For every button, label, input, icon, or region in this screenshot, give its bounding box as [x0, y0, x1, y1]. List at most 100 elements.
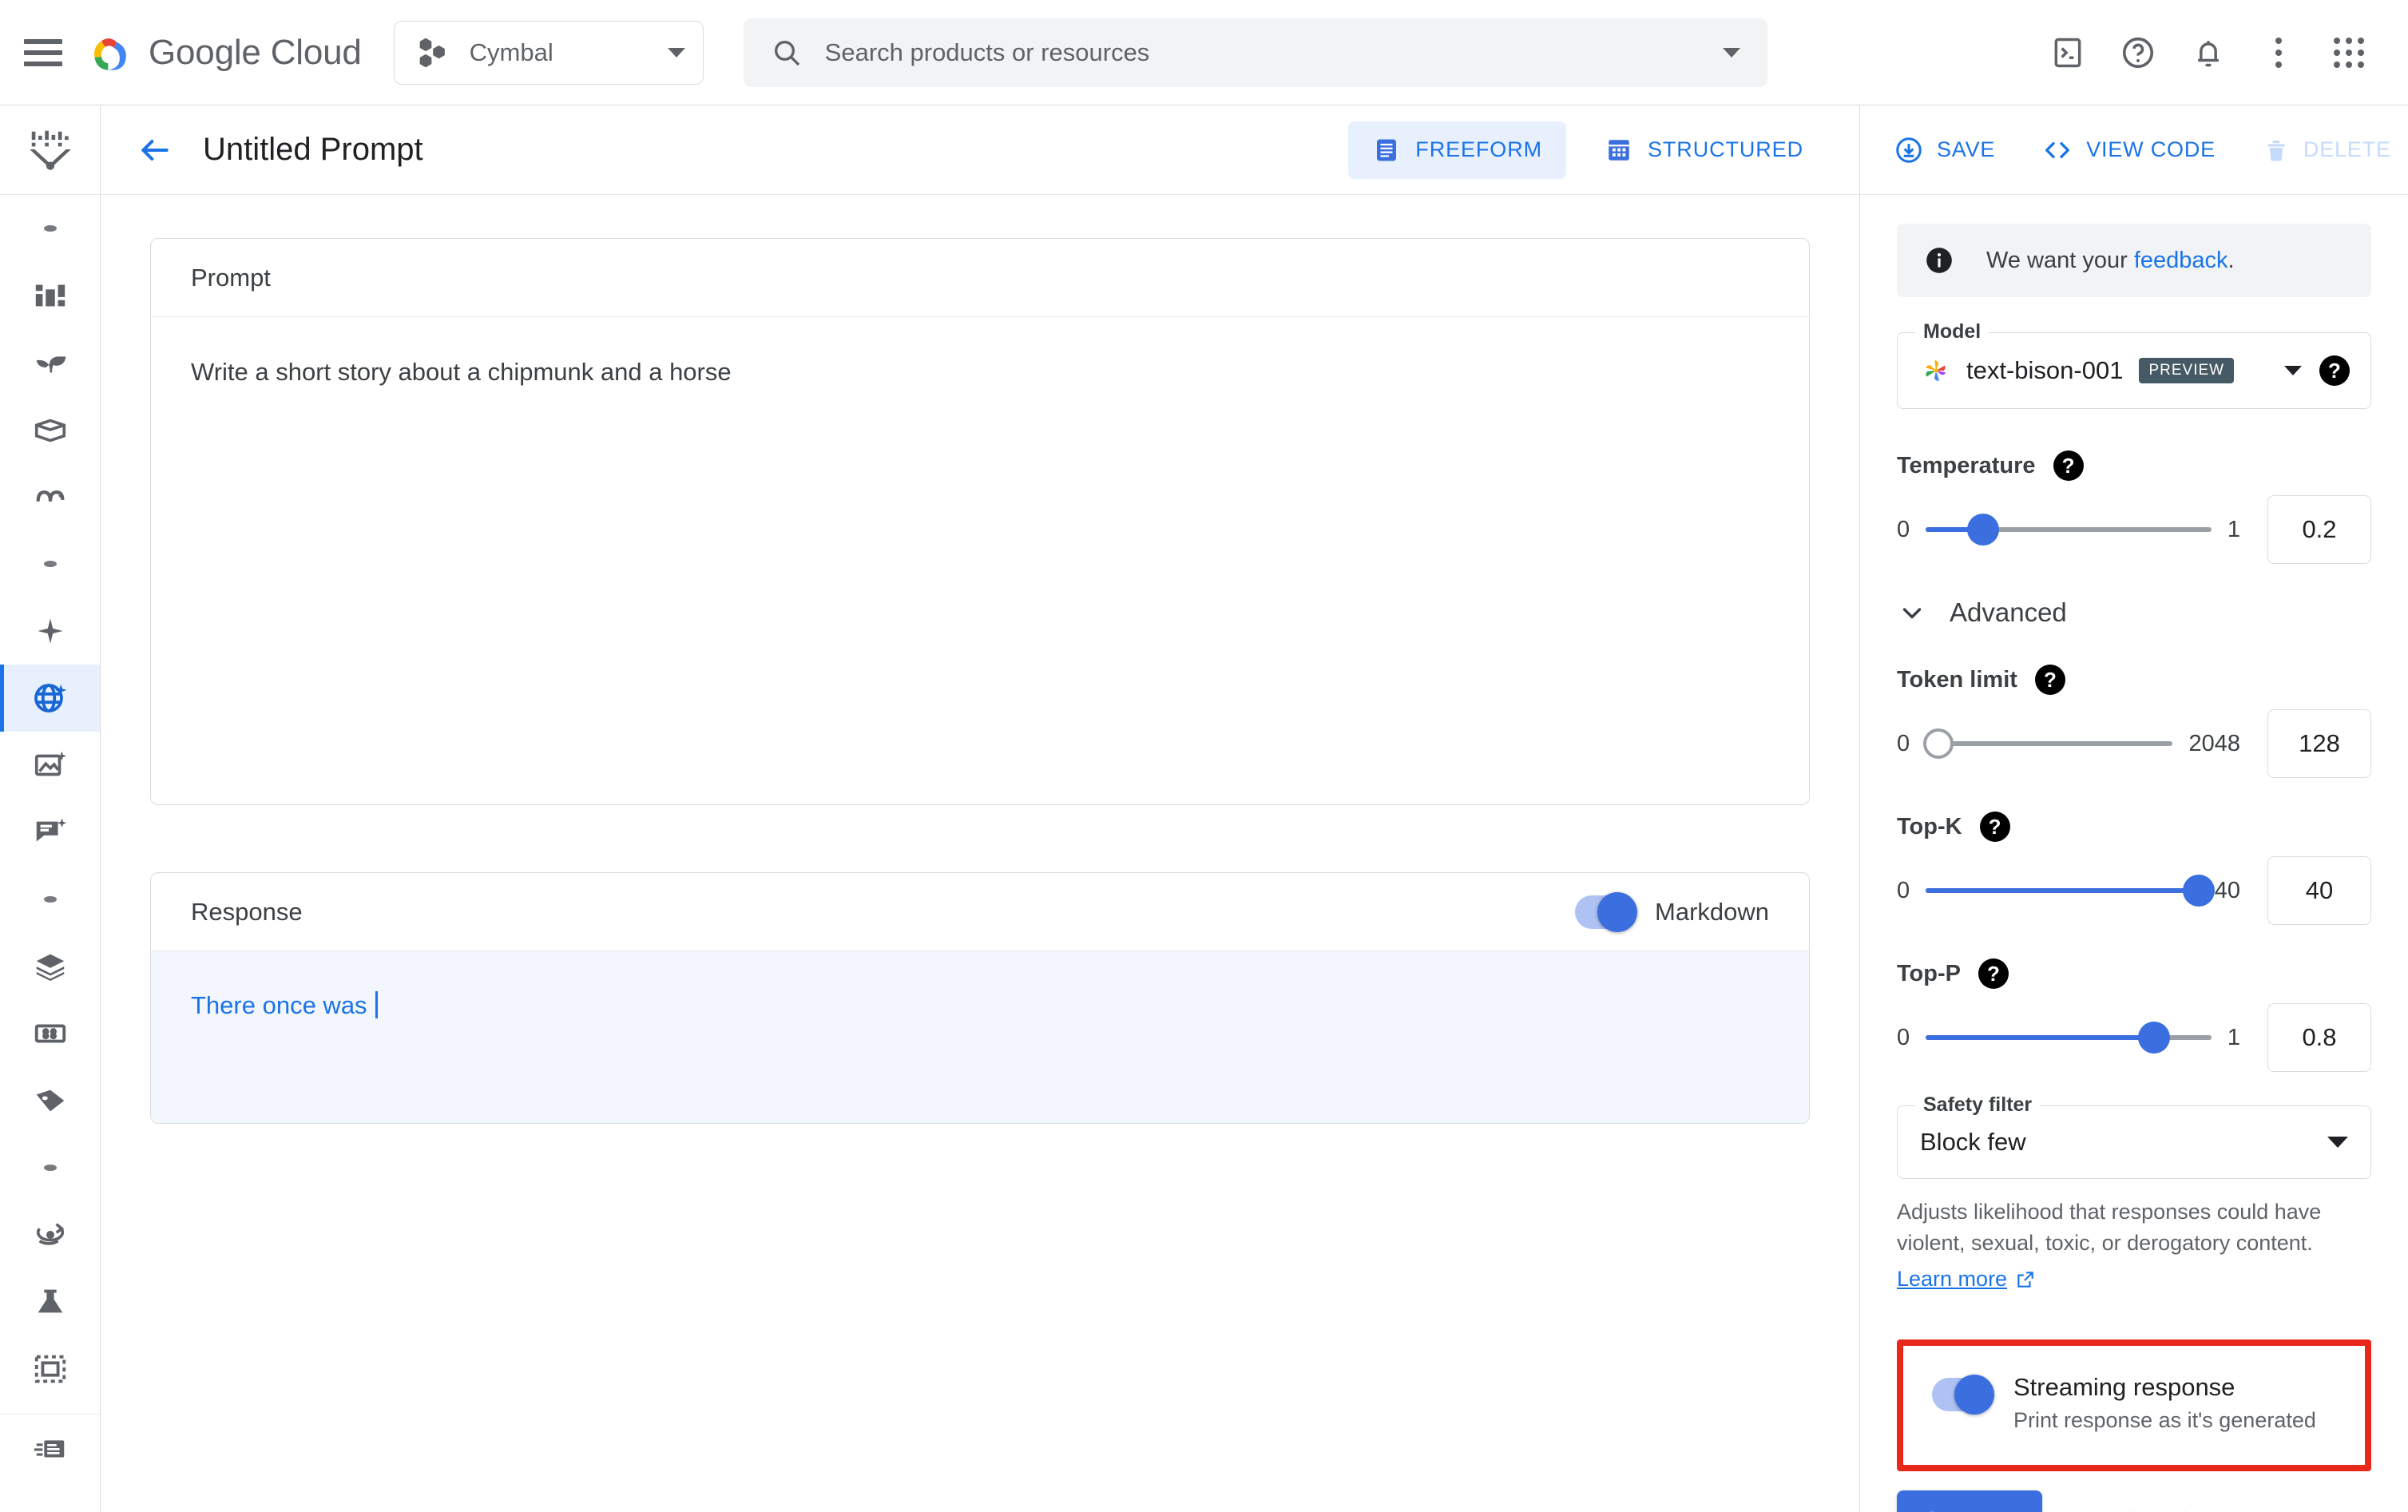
delete-label: DELETE — [2303, 137, 2391, 161]
prompt-textarea[interactable]: Write a short story about a chipmunk and… — [151, 317, 1809, 804]
top-k-input[interactable]: 40 — [2267, 856, 2371, 925]
streaming-response-row[interactable]: Streaming response Print response as it'… — [1932, 1373, 2336, 1433]
top-p-input[interactable]: 0.8 — [2267, 1003, 2371, 1072]
response-text: There once was — [191, 991, 367, 1019]
search-input[interactable] — [824, 38, 1700, 67]
model-chevron-down-icon[interactable] — [2284, 366, 2302, 375]
streaming-response-description: Print response as it's generated — [2013, 1408, 2316, 1433]
markdown-switch[interactable] — [1575, 891, 1637, 932]
top-p-label: Top-P — [1897, 960, 1961, 986]
tab-structured-label: STRUCTURED — [1648, 137, 1803, 161]
sidebar-item-vision[interactable] — [0, 732, 100, 799]
safety-chevron-down-icon[interactable] — [2327, 1137, 2348, 1148]
temperature-max: 1 — [2227, 516, 2240, 542]
sidebar-item-model-registry[interactable] — [0, 933, 100, 1000]
markdown-toggle[interactable]: Markdown — [1575, 891, 1769, 932]
sidebar-item-datasets[interactable] — [0, 396, 100, 463]
model-help-icon[interactable]: ? — [2319, 355, 2350, 386]
more-options-icon[interactable] — [2248, 22, 2309, 83]
leaf-icon — [36, 356, 65, 373]
sidebar-item-language[interactable] — [0, 665, 100, 732]
view-code-button[interactable]: VIEW CODE — [2029, 122, 2228, 178]
sidebar-item-pipelines[interactable] — [0, 463, 100, 530]
temperature-label: Temperature — [1897, 452, 2036, 478]
model-selector[interactable]: Model text-bison-001 PREVIEW ? — [1897, 320, 2371, 409]
brand-name: Google Cloud — [149, 32, 362, 72]
sidebar-item-chat[interactable] — [0, 799, 100, 866]
top-navigation-bar: Google Cloud Cymbal — [0, 0, 2408, 105]
cloud-shell-icon[interactable] — [2037, 22, 2098, 83]
streaming-response-switch[interactable] — [1932, 1375, 1994, 1415]
sidebar-item-training[interactable] — [0, 1201, 100, 1268]
sidebar-item-endpoints[interactable] — [0, 1000, 100, 1067]
search-icon — [774, 40, 799, 65]
prompt-card-header: Prompt — [151, 239, 1809, 317]
pipeline-icon — [36, 490, 64, 502]
feedback-link[interactable]: feedback — [2134, 248, 2228, 273]
safety-filter-select[interactable]: Safety filter Block few — [1897, 1093, 2371, 1179]
apps-grid-icon[interactable] — [2319, 22, 2379, 83]
sidebar-item-release-notes[interactable] — [0, 1415, 100, 1482]
sidebar-item-feature-store[interactable] — [0, 329, 100, 396]
project-selector[interactable]: Cymbal — [393, 20, 704, 85]
feedback-suffix: . — [2227, 247, 2235, 273]
token-limit-help-icon[interactable]: ? — [2034, 665, 2065, 695]
hamburger-icon[interactable] — [24, 38, 62, 66]
dataset-icon — [34, 419, 65, 442]
sidebar-item-dashboard[interactable] — [0, 262, 100, 329]
advanced-section-toggle[interactable]: Advanced — [1897, 597, 2371, 628]
frame-icon — [34, 1355, 65, 1383]
learn-more-link[interactable]: Learn more — [1897, 1264, 2036, 1295]
preview-badge: PREVIEW — [2139, 358, 2235, 383]
top-k-parameter: Top-K ? 0 40 40 — [1897, 812, 2371, 925]
submit-button[interactable]: SUBMIT — [1897, 1490, 2043, 1512]
tab-freeform[interactable]: FREEFORM — [1348, 121, 1566, 179]
save-label: SAVE — [1937, 137, 1996, 161]
release-notes-icon — [34, 1440, 64, 1458]
sidebar-item-generative-ai-studio[interactable] — [0, 597, 100, 665]
page-header: Untitled Prompt FREEFORM STRUCTURED — [101, 105, 1859, 195]
response-card-header: Response Markdown — [151, 873, 1809, 951]
safety-helper-text: Adjusts likelihood that responses could … — [1897, 1200, 2322, 1256]
notifications-icon[interactable] — [2178, 22, 2239, 83]
token-limit-input[interactable]: 128 — [2267, 709, 2371, 778]
google-cloud-mark-icon — [94, 38, 126, 70]
external-link-icon — [2017, 1272, 2033, 1288]
advanced-label: Advanced — [1950, 597, 2067, 627]
tab-structured[interactable]: STRUCTURED — [1581, 121, 1827, 179]
save-button[interactable]: SAVE — [1881, 122, 2008, 178]
structured-icon — [1609, 139, 1629, 161]
temperature-input[interactable]: 0.2 — [2267, 495, 2371, 564]
temperature-min: 0 — [1897, 516, 1910, 542]
temperature-slider[interactable] — [1926, 514, 2212, 546]
search-chevron-down-icon[interactable] — [1722, 47, 1740, 58]
learn-more-label: Learn more — [1897, 1267, 2008, 1292]
trash-icon — [2267, 140, 2285, 161]
google-cloud-logo[interactable]: Google Cloud — [88, 30, 362, 76]
sidebar-item-experiments[interactable] — [0, 1268, 100, 1335]
main-area: Untitled Prompt FREEFORM STRUCTURED Prom… — [101, 105, 2408, 1512]
temperature-help-icon[interactable]: ? — [2053, 450, 2084, 481]
help-icon[interactable] — [2108, 22, 2168, 83]
info-icon — [1926, 248, 1952, 273]
tab-freeform-label: FREEFORM — [1415, 137, 1542, 161]
token-limit-slider[interactable] — [1922, 728, 2173, 760]
workspace-canvas: Prompt Write a short story about a chipm… — [101, 195, 1859, 1512]
search-bar[interactable] — [743, 18, 1767, 87]
prompt-label: Prompt — [191, 263, 271, 292]
sidebar-item-labeling-tasks[interactable] — [0, 1067, 100, 1134]
top-k-help-icon[interactable]: ? — [1979, 812, 2010, 842]
panel-buttons: SUBMIT RESET SETTINGS — [1897, 1490, 2371, 1512]
page-title: Untitled Prompt — [203, 132, 423, 167]
rail-dot-separator-2 — [0, 530, 100, 597]
top-p-slider[interactable] — [1926, 1022, 2212, 1054]
top-k-slider[interactable] — [1926, 875, 2215, 907]
back-arrow-icon[interactable] — [129, 125, 181, 176]
top-p-help-icon[interactable]: ? — [1978, 958, 2009, 989]
vertex-ai-logo[interactable] — [0, 105, 100, 195]
training-icon — [36, 1223, 64, 1245]
chevron-down-icon — [667, 47, 685, 58]
sidebar-item-metadata[interactable] — [0, 1335, 100, 1403]
model-legend: Model — [1915, 320, 1989, 343]
freeform-icon — [1377, 139, 1397, 161]
